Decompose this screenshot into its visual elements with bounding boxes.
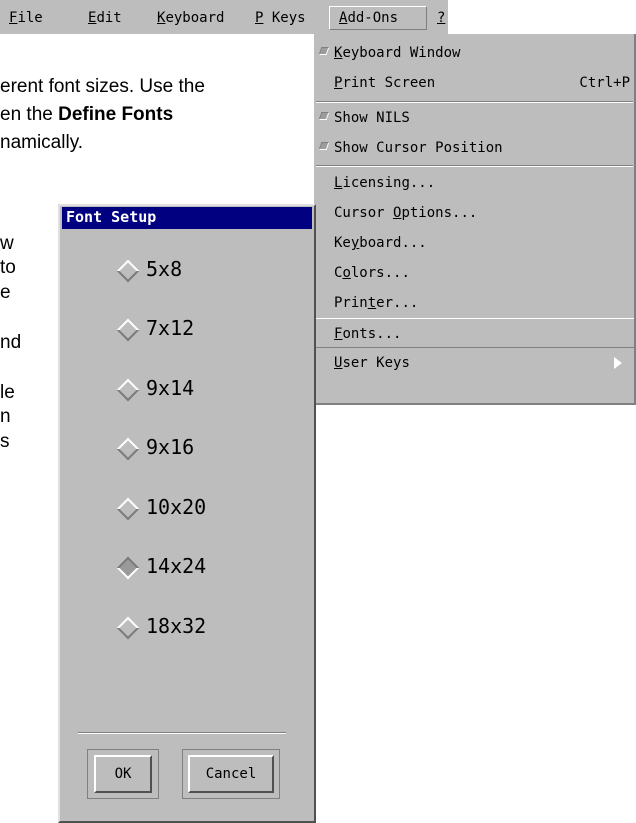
menu-file[interactable]: File [9,10,43,26]
menu-item-print-screen[interactable]: Print Screen Ctrl+P [314,68,634,98]
doc-fragment: le [0,382,15,403]
radio-diamond-selected-icon[interactable] [116,556,140,580]
menu-item-show-nils[interactable]: Show NILS [314,103,634,133]
doc-fragment: s [0,431,10,452]
menu-bar: File Edit Keyboard P Keys Add-Ons ? [0,0,448,34]
menu-item-licensing[interactable]: Licensing... [314,168,634,198]
menu-item-colors[interactable]: Colors... [314,258,634,288]
font-option-9x14[interactable]: 9x14 [116,370,296,410]
cancel-button[interactable]: Cancel [188,755,274,793]
menu-item-keyboard-window[interactable]: Keyboard Window [314,38,634,68]
radio-diamond-icon[interactable] [116,497,140,521]
doc-fragment: n [0,406,11,427]
doc-fragment: w [0,233,14,254]
menu-separator [316,165,633,167]
font-option-5x8[interactable]: 5x8 [116,251,296,291]
menu-item-keyboard[interactable]: Keyboard... [314,228,634,258]
radio-diamond-icon[interactable] [116,318,140,342]
dialog-title-bar[interactable]: Font Setup [62,207,312,229]
menu-p-keys[interactable]: P Keys [255,10,306,26]
shortcut-label: Ctrl+P [579,75,630,91]
radio-diamond-icon[interactable] [116,259,140,283]
menu-add-ons[interactable]: Add-Ons [339,10,398,26]
menu-item-cursor-options[interactable]: Cursor Options... [314,198,634,228]
doc-bold-phrase: Define Fonts [58,104,174,125]
add-ons-dropdown-menu: Keyboard Window Print Screen Ctrl+P Show… [313,34,636,405]
radio-diamond-icon[interactable] [116,437,140,461]
doc-line-1: erent font sizes. Use the [0,76,205,97]
menu-keyboard[interactable]: Keyboard [157,10,224,26]
doc-fragment: nd [0,332,22,353]
checkmark-icon [318,47,330,55]
dialog-separator [78,732,286,734]
font-option-9x16[interactable]: 9x16 [116,429,296,469]
menu-item-printer[interactable]: Printer... [314,288,634,318]
checkmark-icon [318,142,330,150]
doc-line-3: namically. [0,132,84,153]
radio-diamond-icon[interactable] [116,378,140,402]
menu-item-fonts[interactable]: Fonts... [314,318,634,348]
menu-help[interactable]: ? [437,10,445,26]
font-option-10x20[interactable]: 10x20 [116,489,296,529]
dialog-title: Font Setup [66,208,157,226]
doc-fragment: e [0,282,11,303]
font-option-18x32[interactable]: 18x32 [116,608,296,648]
ok-button[interactable]: OK [94,755,152,793]
menu-item-show-cursor-position[interactable]: Show Cursor Position [314,133,634,163]
doc-line-2: en the Define Fonts [0,104,174,125]
submenu-arrow-icon [614,357,622,369]
checkmark-icon [318,112,330,120]
font-option-14x24[interactable]: 14x24 [116,548,296,588]
radio-diamond-icon[interactable] [116,616,140,640]
doc-fragment: to [0,257,16,278]
menu-item-user-keys[interactable]: User Keys [314,348,634,378]
menu-edit[interactable]: Edit [88,10,122,26]
font-option-7x12[interactable]: 7x12 [116,310,296,350]
font-setup-dialog: Font Setup 5x8 7x12 9x14 9x16 10x20 14x2… [58,204,316,823]
